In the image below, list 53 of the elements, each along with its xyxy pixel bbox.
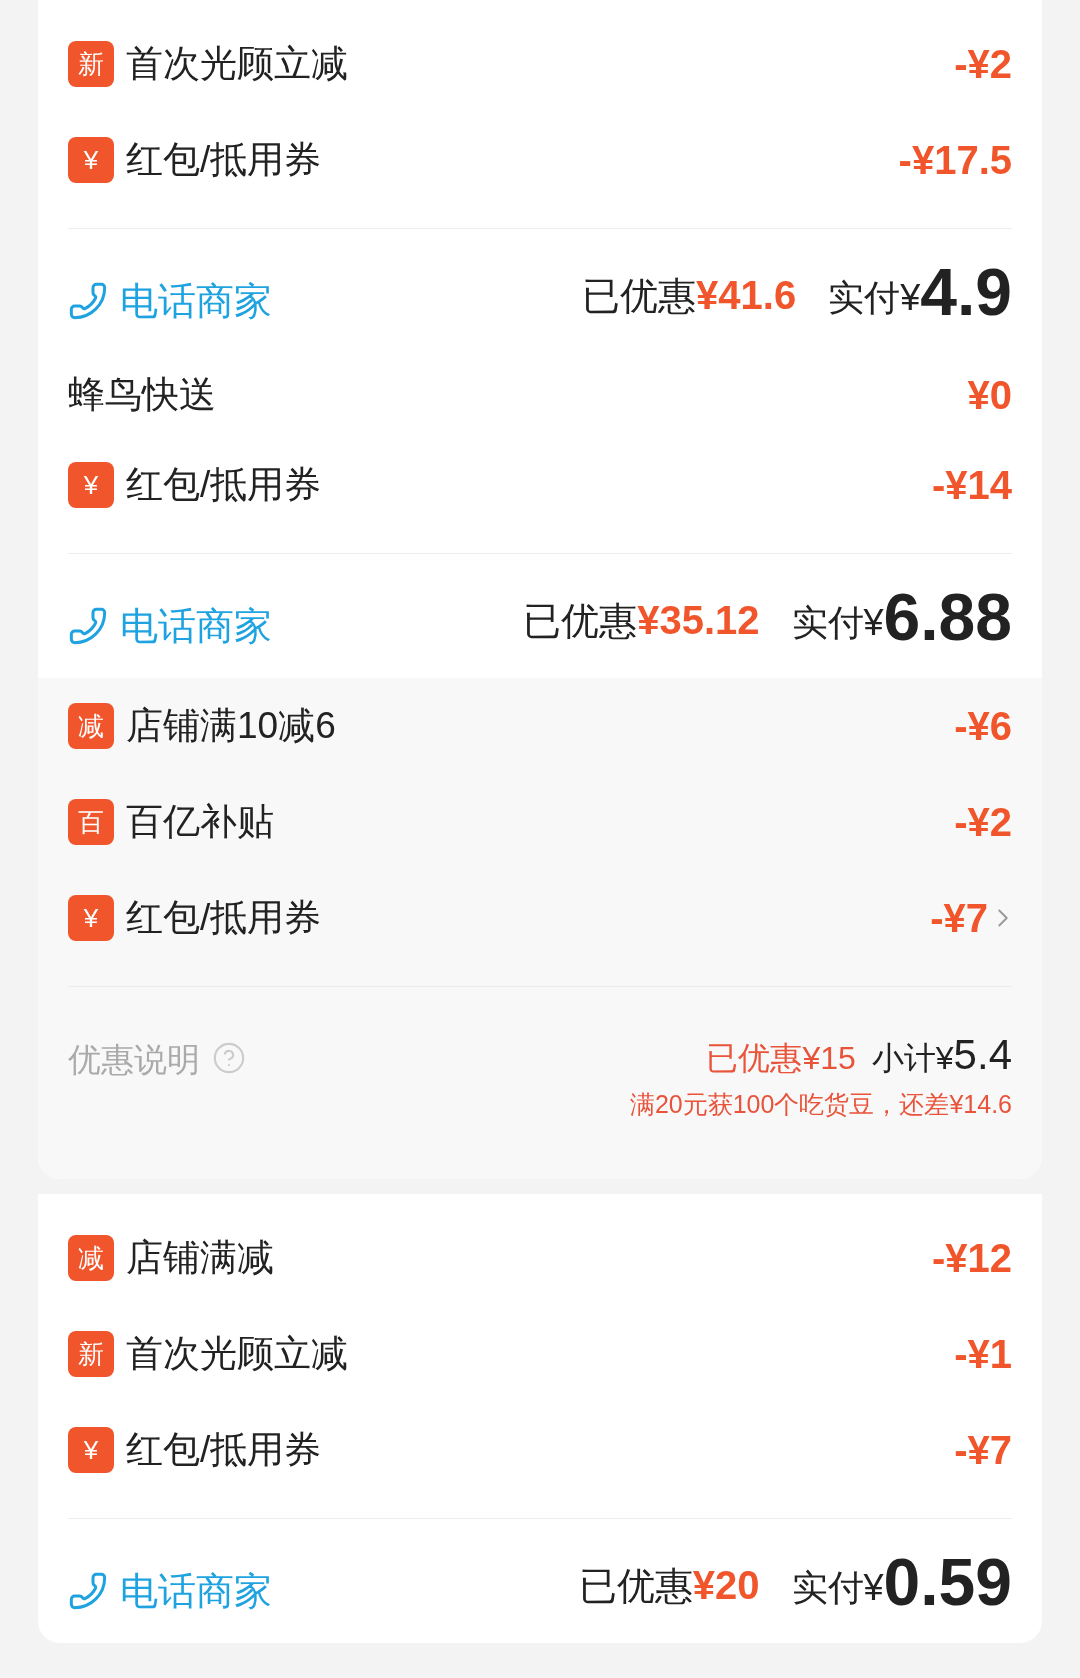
discount-amount: -¥6 [954, 703, 1012, 750]
discount-label: 首次光顾立减 [126, 1332, 348, 1377]
paid-amount: 4.9 [920, 259, 1012, 325]
discount-amount: -¥17.5 [898, 137, 1012, 184]
discount-badge: 减 [68, 703, 114, 749]
discount-amount: -¥7 [930, 895, 988, 942]
discount-info-label[interactable]: 优惠说明 [68, 1035, 200, 1085]
phone-icon[interactable] [68, 1571, 108, 1611]
paid-label: 实付¥ [791, 602, 884, 645]
saved-amount: ¥41.6 [696, 272, 797, 319]
paid-label: 实付¥ [828, 277, 921, 320]
saved-label: 已优惠 [578, 1564, 693, 1609]
delivery-fee: ¥0 [967, 372, 1012, 419]
paid-amount: 0.59 [883, 1549, 1012, 1615]
discount-badge: ¥ [68, 462, 114, 508]
discount-badge: 新 [68, 1331, 114, 1377]
discount-label: 首次光顾立减 [126, 42, 348, 87]
discount-label: 红包/抵用券 [126, 138, 322, 183]
saved-label: 已优惠 [523, 599, 638, 644]
discount-label: 红包/抵用券 [126, 463, 322, 508]
phone-icon[interactable] [68, 606, 108, 646]
discount-amount: -¥2 [954, 41, 1012, 88]
paid-amount: 6.88 [883, 584, 1012, 650]
saved-amount: ¥20 [692, 1562, 760, 1609]
discount-badge: ¥ [68, 137, 114, 183]
paid-label: 实付¥ [791, 1567, 884, 1610]
help-icon[interactable] [212, 1041, 246, 1075]
discount-amount: -¥12 [931, 1235, 1012, 1282]
phone-icon[interactable] [68, 281, 108, 321]
discount-badge: 新 [68, 41, 114, 87]
delivery-label: 蜂鸟快送 [68, 373, 216, 418]
discount-label: 店铺满减 [126, 1236, 274, 1281]
discount-label: 百亿补贴 [126, 800, 274, 845]
discount-badge: ¥ [68, 1427, 114, 1473]
discount-amount: -¥1 [954, 1331, 1012, 1378]
saved-text: 已优惠¥15 [706, 1038, 856, 1078]
call-merchant-link[interactable]: 电话商家 [120, 597, 272, 655]
bean-hint: 满20元获100个吃货豆，还差¥14.6 [629, 1088, 1012, 1120]
discount-amount: -¥2 [954, 799, 1012, 846]
call-merchant-link[interactable]: 电话商家 [120, 1562, 272, 1620]
discount-badge: 减 [68, 1235, 114, 1281]
discount-badge: ¥ [68, 895, 114, 941]
subtotal-amount: 5.4 [953, 1030, 1012, 1080]
discount-label: 红包/抵用券 [126, 1428, 322, 1473]
saved-amount: ¥35.12 [637, 597, 760, 644]
discount-label: 红包/抵用券 [126, 896, 322, 941]
discount-amount: -¥7 [954, 1427, 1012, 1474]
subtotal-label: 小计¥ [871, 1038, 954, 1078]
discount-badge: 百 [68, 799, 114, 845]
call-merchant-link[interactable]: 电话商家 [120, 272, 272, 330]
discount-label: 店铺满10减6 [126, 704, 336, 749]
discount-amount: -¥14 [931, 462, 1012, 509]
saved-label: 已优惠 [582, 274, 697, 319]
